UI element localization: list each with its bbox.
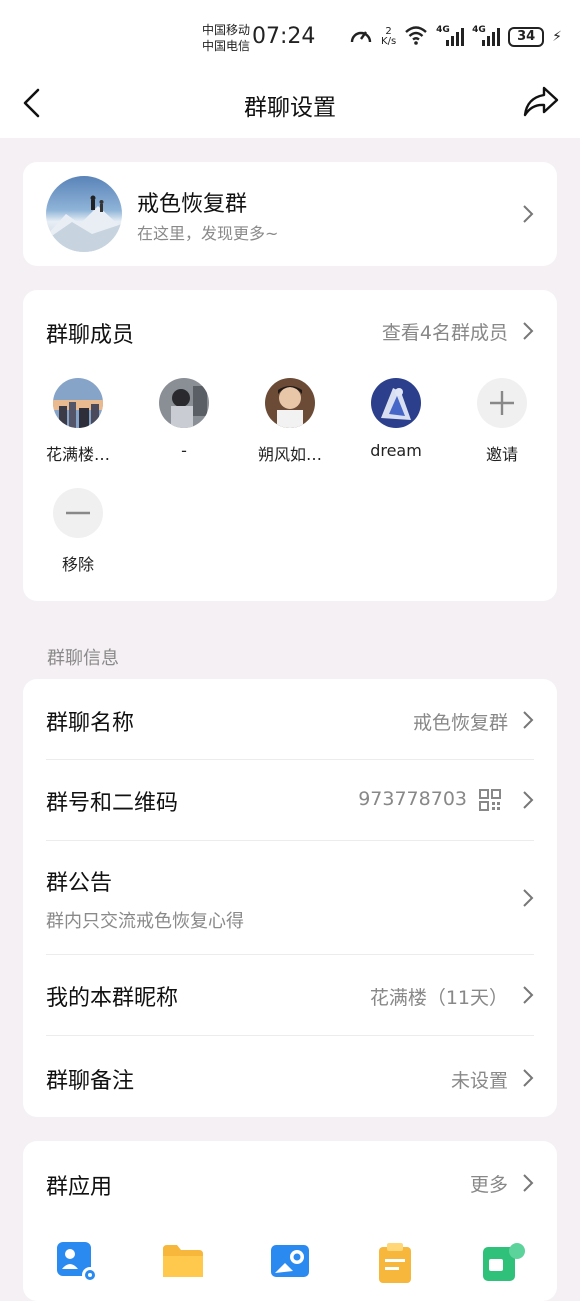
speedometer-icon	[349, 24, 373, 50]
my-nickname-row[interactable]: 我的本群昵称 花满楼（11天）	[23, 955, 557, 1035]
status-time: 07:24	[252, 24, 316, 49]
group-apps-title: 群应用	[46, 1175, 113, 1200]
share-icon	[523, 86, 559, 117]
remove-label: 移除	[61, 555, 94, 574]
qr-code-icon	[479, 789, 501, 815]
member-avatar	[53, 378, 103, 428]
member-name: dream	[370, 441, 422, 460]
album-app-icon[interactable]	[269, 1241, 309, 1279]
members-title: 群聊成员	[46, 323, 135, 348]
signal-2-icon: 4G	[472, 25, 501, 47]
wifi-icon	[404, 25, 428, 49]
sticker-app-icon[interactable]	[481, 1241, 525, 1281]
notes-app-icon[interactable]	[375, 1241, 413, 1283]
group-info-card: 群聊名称 戒色恢复群 群号和二维码 973778703 群公告 群内只交流戒色恢…	[23, 679, 557, 1117]
member-name: 朔风如…	[257, 445, 322, 464]
chevron-right-icon	[522, 888, 534, 908]
chevron-right-icon	[522, 204, 534, 224]
member-avatar	[159, 378, 209, 428]
group-remark-value: 未设置	[450, 1070, 508, 1092]
group-subtitle: 在这里，发现更多~	[137, 224, 279, 243]
member-name: 花满楼…	[45, 445, 110, 464]
group-number-label: 群号和二维码	[46, 791, 179, 816]
chevron-right-icon	[522, 985, 534, 1005]
member-avatar	[371, 378, 421, 428]
group-number-value: 973778703	[358, 788, 467, 810]
minus-icon	[53, 488, 103, 538]
group-remark-row[interactable]: 群聊备注 未设置	[23, 1036, 557, 1117]
my-nickname-value: 花满楼（11天）	[369, 987, 508, 1009]
group-info-section-label: 群聊信息	[47, 648, 119, 669]
net-speed: 2 K/s	[381, 27, 396, 47]
member-item[interactable]: dream	[346, 378, 446, 460]
member-manage-app-icon[interactable]	[56, 1241, 98, 1283]
folder-app-icon[interactable]	[161, 1241, 203, 1279]
member-item[interactable]: -	[134, 378, 234, 460]
members-card: 群聊成员 查看4名群成员 花满楼… - 朔风如… dream 邀请 移除	[23, 290, 557, 601]
remove-member-button[interactable]: 移除	[28, 488, 128, 575]
announcement-label: 群公告	[46, 871, 113, 896]
announcement-row[interactable]: 群公告 群内只交流戒色恢复心得	[23, 841, 557, 954]
group-avatar	[46, 176, 122, 252]
member-item[interactable]: 花满楼…	[28, 378, 128, 465]
group-name: 戒色恢复群	[137, 192, 248, 217]
signal-1-icon: 4G	[436, 25, 465, 47]
group-apps-card: 群应用 更多	[23, 1141, 557, 1301]
member-name: -	[181, 441, 187, 460]
invite-member-button[interactable]: 邀请	[452, 378, 552, 465]
navigation-bar: 群聊设置	[0, 72, 580, 134]
net-speed-unit: K/s	[381, 36, 397, 47]
charging-icon: ⚡	[552, 29, 562, 45]
chevron-right-icon	[522, 1068, 534, 1088]
chevron-right-icon	[522, 1173, 534, 1193]
more-apps-label: 更多	[469, 1174, 508, 1196]
carrier-1: 中国移动	[202, 23, 251, 37]
page-title: 群聊设置	[244, 95, 336, 121]
announcement-text: 群内只交流戒色恢复心得	[46, 911, 244, 932]
group-remark-label: 群聊备注	[46, 1069, 135, 1094]
group-name-value: 戒色恢复群	[412, 712, 508, 734]
group-number-row[interactable]: 群号和二维码 973778703	[23, 760, 557, 840]
invite-label: 邀请	[485, 445, 518, 464]
group-profile-card[interactable]: 戒色恢复群 在这里，发现更多~	[23, 162, 557, 266]
member-avatar	[265, 378, 315, 428]
view-all-members-label: 查看4名群成员	[381, 322, 508, 344]
chevron-right-icon	[522, 710, 534, 730]
view-all-members-button[interactable]: 查看4名群成员	[334, 316, 534, 346]
share-button[interactable]	[522, 84, 560, 120]
status-bar: 中国移动 中国电信 07:24 2 K/s 4G 4G 34 ⚡	[0, 0, 580, 72]
battery-indicator: 34	[508, 27, 545, 47]
status-icons: 2 K/s 4G 4G 34 ⚡	[349, 24, 562, 50]
group-name-label: 群聊名称	[46, 711, 135, 736]
group-name-row[interactable]: 群聊名称 戒色恢复群	[23, 679, 557, 759]
member-item[interactable]: 朔风如…	[240, 378, 340, 465]
more-apps-button[interactable]: 更多	[434, 1168, 534, 1198]
chevron-right-icon	[522, 321, 534, 341]
plus-icon	[477, 378, 527, 428]
carrier-info: 中国移动 中国电信	[202, 22, 250, 54]
my-nickname-label: 我的本群昵称	[46, 986, 179, 1011]
chevron-right-icon	[522, 790, 534, 810]
carrier-2: 中国电信	[202, 39, 251, 53]
